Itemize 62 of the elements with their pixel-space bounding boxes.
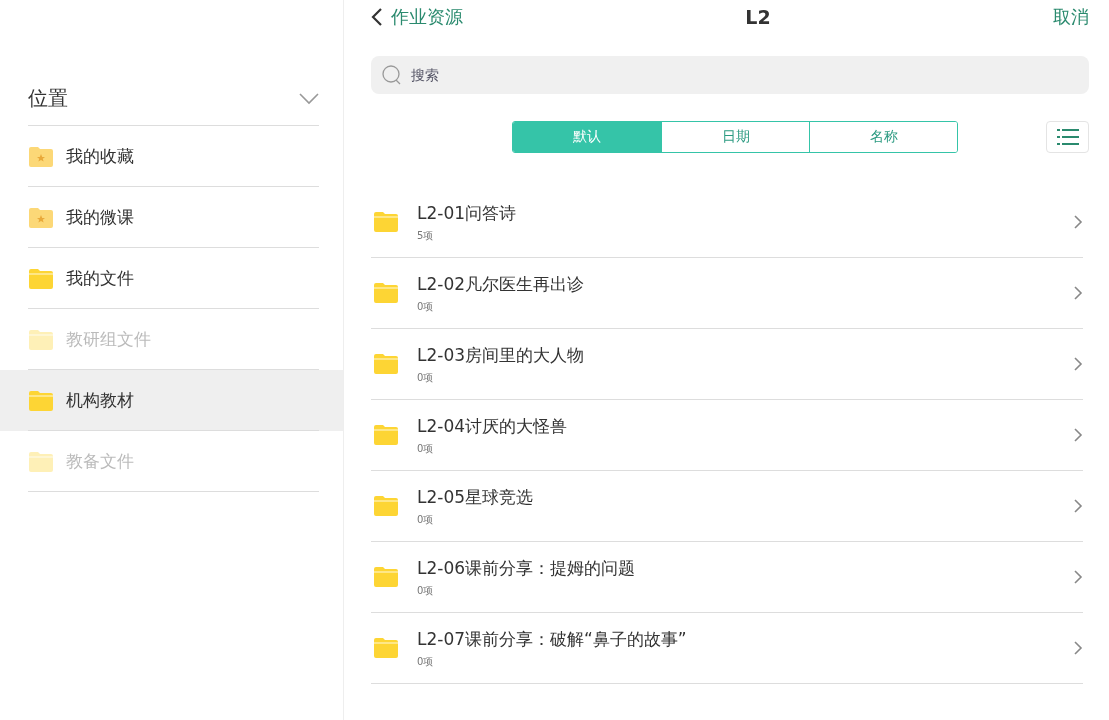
chevron-down-icon[interactable] xyxy=(299,92,319,105)
sidebar-label: 机构教材 xyxy=(66,389,134,412)
chevron-right-icon xyxy=(1073,427,1083,443)
chevron-right-icon xyxy=(1073,569,1083,585)
list-icon xyxy=(1056,128,1079,146)
folder-icon xyxy=(373,637,399,659)
sidebar-label: 我的文件 xyxy=(66,267,134,290)
chevron-right-icon xyxy=(1073,640,1083,656)
folder-name: L2-05星球竞选 xyxy=(417,485,535,509)
folder-row[interactable]: L2-04讨厌的大怪兽 0项 xyxy=(371,400,1083,471)
folder-icon xyxy=(28,389,54,412)
page-title: L2 xyxy=(745,6,771,28)
sidebar-title: 位置 xyxy=(28,85,68,112)
item-count: 0项 xyxy=(417,583,435,598)
folder-icon xyxy=(373,282,399,304)
sidebar-label: 教研组文件 xyxy=(66,328,151,351)
chevron-right-icon xyxy=(1073,285,1083,301)
search-field[interactable]: 搜索 xyxy=(371,56,1089,94)
chevron-right-icon xyxy=(1073,498,1083,514)
sidebar-label: 我的收藏 xyxy=(66,145,134,168)
folder-name: L2-04讨厌的大怪兽 xyxy=(417,414,569,438)
folder-icon xyxy=(373,353,399,375)
folder-icon xyxy=(373,566,399,588)
folder-row[interactable]: L2-03房间里的大人物 0项 xyxy=(371,329,1083,400)
item-count: 0项 xyxy=(417,370,435,385)
sidebar-item[interactable]: 我的文件 xyxy=(0,248,343,309)
folder-name: L2-07课前分享：破解“鼻子的故事” xyxy=(417,627,688,651)
chevron-right-icon xyxy=(1073,214,1083,230)
folder-icon xyxy=(28,328,54,351)
folder-name: L2-02凡尔医生再出诊 xyxy=(417,272,586,296)
folder-name: L2-06课前分享：提姆的问题 xyxy=(417,556,637,580)
sidebar-item[interactable]: 我的收藏 xyxy=(0,126,343,187)
back-button[interactable]: 作业资源 xyxy=(371,5,463,29)
search-icon xyxy=(381,64,403,86)
item-count: 0项 xyxy=(417,299,435,314)
sidebar-label: 我的微课 xyxy=(66,206,134,229)
folder-icon xyxy=(373,495,399,517)
sidebar-item[interactable]: 机构教材 xyxy=(0,370,343,431)
item-count: 0项 xyxy=(417,512,435,527)
back-chevron-icon xyxy=(371,7,383,27)
chevron-right-icon xyxy=(1073,356,1083,372)
item-count: 5项 xyxy=(417,228,435,243)
folder-row[interactable]: L2-02凡尔医生再出诊 0项 xyxy=(371,258,1083,329)
folder-icon xyxy=(373,424,399,446)
folder-name: L2-01问答诗 xyxy=(417,201,518,225)
folder-row[interactable]: L2-06课前分享：提姆的问题 0项 xyxy=(371,542,1083,613)
item-count: 0项 xyxy=(417,441,435,456)
starred-folder-icon xyxy=(28,206,54,229)
sort-tab[interactable]: 名称 xyxy=(809,122,957,152)
list-view-button[interactable] xyxy=(1046,121,1089,153)
folder-row[interactable]: L2-07课前分享：破解“鼻子的故事” 0项 xyxy=(371,613,1083,684)
starred-folder-icon xyxy=(28,145,54,168)
folder-icon xyxy=(28,450,54,473)
folder-name: L2-03房间里的大人物 xyxy=(417,343,586,367)
folder-row[interactable]: L2-05星球竞选 0项 xyxy=(371,471,1083,542)
folder-icon xyxy=(373,211,399,233)
folder-row[interactable]: L2-01问答诗 5项 xyxy=(371,187,1083,258)
cancel-button[interactable]: 取消 xyxy=(1053,5,1089,29)
sidebar-item[interactable]: 我的微课 xyxy=(0,187,343,248)
folder-icon xyxy=(28,267,54,290)
item-count: 0项 xyxy=(417,654,435,669)
sidebar-label: 教备文件 xyxy=(66,450,134,473)
